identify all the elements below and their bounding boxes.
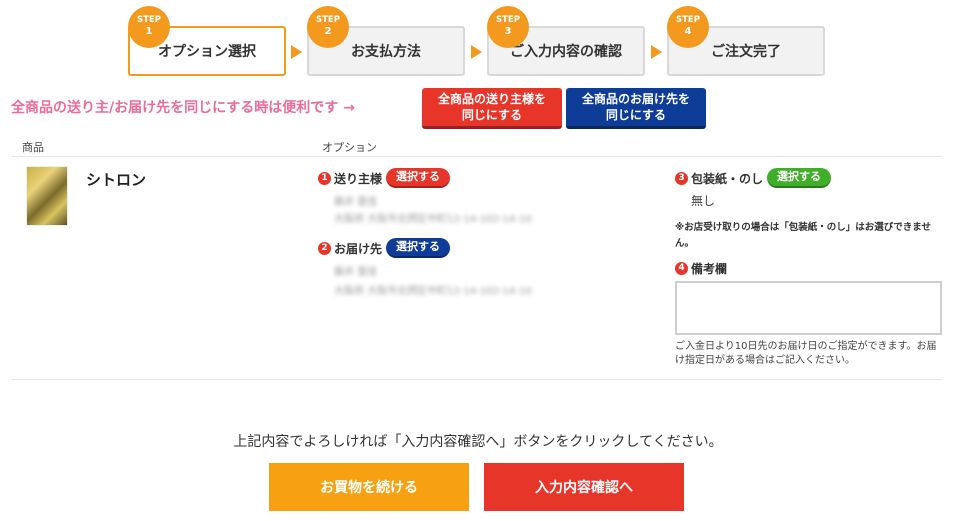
wrapping-label: 包装紙・のし (691, 171, 764, 186)
step-label: お支払方法 (351, 44, 421, 60)
delivery-note: ご入金日より10日先のお届け日のご指定ができます。お届け指定日がある場合はご記入… (675, 341, 937, 366)
option-number-badge: 3 (675, 171, 688, 185)
same-recipient-button-label: 全商品のお届け先を 同じにする (581, 92, 690, 122)
same-sender-button[interactable]: 全商品の送り主様を 同じにする (422, 88, 562, 129)
step-4-badge: STEP 4 (667, 6, 709, 48)
remarks-option: 4 備考欄 (675, 260, 727, 277)
step-arrow-icon (291, 45, 302, 59)
step-label: ご入力内容の確認 (510, 44, 622, 60)
recipient-address: 大阪府 大阪市北摂区中町12-14-102-14-10 (334, 286, 532, 297)
step-2-payment: STEP 2 お支払方法 (307, 6, 465, 76)
option-number-badge: 1 (318, 171, 331, 185)
step-2-badge: STEP 2 (307, 6, 349, 48)
step-label: オプション選択 (158, 44, 256, 60)
remarks-textarea[interactable] (675, 281, 942, 335)
recipient-name: 藤井 里佳 (334, 267, 378, 278)
column-header-product: 商品 (22, 141, 44, 154)
wrapping-value: 無し (691, 194, 716, 208)
step-badge-label: STEP (316, 15, 340, 25)
row-divider (12, 379, 942, 380)
step-badge-number: 4 (684, 26, 692, 37)
step-badge-number: 1 (145, 26, 153, 37)
same-recipient-button[interactable]: 全商品のお届け先を 同じにする (566, 88, 706, 129)
step-badge-label: STEP (496, 15, 520, 25)
sender-name: 藤井 里佳 (334, 197, 378, 208)
sender-select-button[interactable]: 選択する (386, 168, 451, 188)
step-4-complete: STEP 4 ご注文完了 (667, 6, 825, 76)
recipient-option: 2 お届け先 選択する (318, 238, 451, 258)
step-badge-label: STEP (137, 15, 161, 25)
continue-shopping-button[interactable]: お買物を続ける (269, 463, 469, 511)
step-progress: STEP 1 オプション選択 STEP 2 お支払方法 STEP 3 ご入力内容… (0, 0, 956, 80)
step-badge-number: 2 (324, 26, 332, 37)
option-number-badge: 2 (318, 241, 331, 255)
product-image (26, 166, 68, 226)
table-header: 商品 オプション (12, 137, 942, 157)
sender-option: 1 送り主様 選択する (318, 168, 451, 188)
wrapping-select-button[interactable]: 選択する (767, 168, 832, 188)
step-arrow-icon (651, 45, 662, 59)
wrapping-note: ※お店受け取りの場合は「包装紙・のし」はお選びできません。 (675, 222, 931, 249)
option-number-badge: 4 (675, 262, 688, 275)
confirm-message: 上記内容でよろしければ「入力内容確認へ」ボタンをクリックしてください。 (233, 434, 723, 450)
same-for-all-hint: 全商品の送り主/お届け先を同じにする時は便利です → (11, 100, 355, 116)
go-to-confirm-label: 入力内容確認へ (535, 480, 633, 496)
step-3-confirm: STEP 3 ご入力内容の確認 (487, 6, 645, 76)
step-1-option-select: STEP 1 オプション選択 (128, 6, 286, 76)
recipient-label: お届け先 (334, 241, 383, 256)
recipient-select-button[interactable]: 選択する (386, 238, 451, 258)
step-label: ご注文完了 (711, 44, 781, 60)
continue-shopping-label: お買物を続ける (320, 480, 418, 496)
product-name: シトロン (86, 171, 147, 189)
step-badge-label: STEP (676, 15, 700, 25)
wrapping-option: 3 包装紙・のし 選択する (675, 168, 832, 188)
remarks-label: 備考欄 (691, 262, 728, 276)
step-arrow-icon (471, 45, 482, 59)
column-header-option: オプション (322, 141, 377, 154)
sender-label: 送り主様 (334, 171, 383, 186)
step-3-badge: STEP 3 (487, 6, 529, 48)
same-for-all-row: 全商品の送り主/お届け先を同じにする時は便利です → 全商品の送り主様を 同じに… (0, 86, 956, 130)
go-to-confirm-button[interactable]: 入力内容確認へ (484, 463, 684, 511)
same-sender-button-label: 全商品の送り主様を 同じにする (437, 92, 546, 122)
sender-address: 大阪府 大阪市北摂区中町12-14-102-14-10 (334, 214, 532, 225)
step-badge-number: 3 (504, 26, 512, 37)
step-1-badge: STEP 1 (128, 6, 170, 48)
